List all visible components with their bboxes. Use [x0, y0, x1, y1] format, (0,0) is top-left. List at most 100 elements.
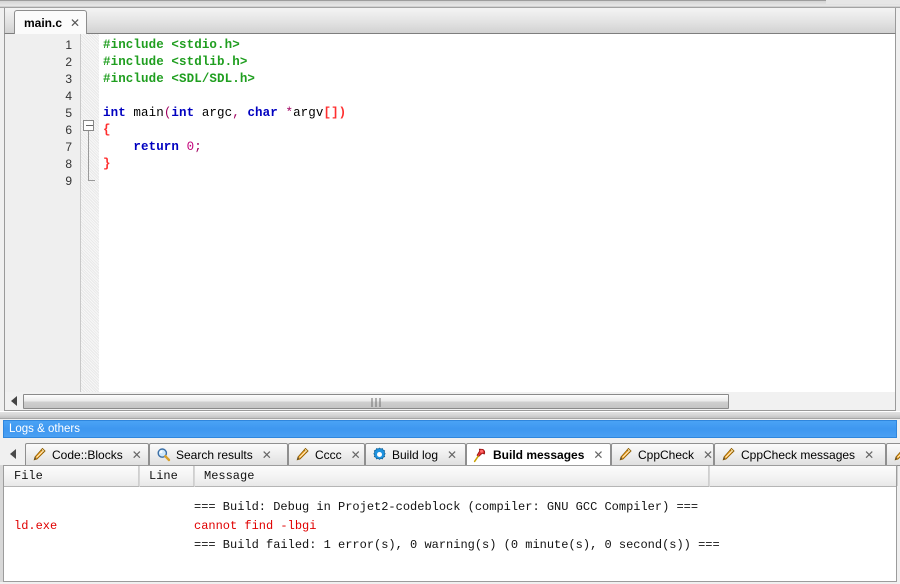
pencil-icon: [32, 447, 47, 462]
panel-tab-label: CppCheck messages: [741, 447, 856, 462]
close-icon[interactable]: ✕: [703, 449, 713, 461]
panel-tab-bar: Code::Blocks ✕ Search results ✕ Cccc ✕ Build l…: [3, 441, 900, 467]
close-icon[interactable]: ✕: [351, 449, 361, 461]
grid-column-header-file[interactable]: File: [4, 466, 139, 486]
table-cell-message: cannot find -lbgi: [194, 518, 317, 533]
table-row[interactable]: === Build: Debug in Projet2-codeblock (c…: [4, 497, 896, 516]
build-messages-grid[interactable]: File Line Message === Build: Debug in Proj…: [3, 465, 898, 582]
code-token: {: [103, 123, 111, 137]
code-line: int main(int argc, char *argv[]): [103, 106, 346, 120]
panel-tab-label: CppCheck: [638, 447, 695, 462]
panel-tab-build-messages[interactable]: Build messages ✕: [466, 443, 611, 467]
logs-and-others-panel: Logs & others Code::Blocks ✕ Search result…: [0, 418, 900, 584]
grid-column-header-line[interactable]: Line: [139, 466, 194, 486]
panel-tab-label: Code::Blocks: [52, 447, 123, 462]
panel-title-bar: Logs & others: [3, 420, 897, 438]
table-row[interactable]: === Build failed: 1 error(s), 0 warning(…: [4, 535, 896, 554]
pushpin-icon: [473, 448, 488, 463]
grid-body: === Build: Debug in Projet2-codeblock (c…: [4, 487, 896, 581]
codeblocks-window: main.c ✕ 123456789 #include <stdio.h> #in…: [0, 0, 900, 584]
fold-collapse-icon[interactable]: [83, 120, 94, 131]
scrollbar-grip-icon: [371, 398, 381, 407]
magnifier-icon: [156, 447, 171, 462]
code-line: #include <stdio.h>: [103, 38, 240, 52]
pencil-icon: [295, 447, 310, 462]
line-number: 4: [65, 89, 72, 103]
grid-column-header-blank[interactable]: [709, 466, 898, 486]
gear-icon: [372, 447, 387, 462]
editor-horizontal-scrollbar[interactable]: [4, 392, 896, 411]
panel-tab-cppcheck[interactable]: CppCheck ✕: [611, 443, 714, 466]
table-cell-file: ld.exe: [14, 518, 58, 533]
pencil-icon: [893, 447, 900, 462]
code-token: argc: [201, 106, 233, 120]
code-token: ;: [194, 140, 202, 154]
editor-tab-label: main.c: [24, 15, 63, 30]
panel-tab-search-results[interactable]: Search results ✕: [149, 443, 288, 466]
window-chrome-strip: [0, 0, 900, 8]
panel-tab-label: Build log: [392, 447, 439, 462]
code-editor[interactable]: 123456789 #include <stdio.h> #include <st…: [4, 34, 896, 392]
line-number: 8: [65, 157, 72, 171]
close-icon[interactable]: ✕: [593, 449, 603, 461]
code-line: #include <SDL/SDL.h>: [103, 72, 255, 86]
code-token: ,: [232, 106, 248, 120]
close-icon[interactable]: ✕: [864, 449, 874, 461]
code-token: char: [247, 106, 286, 120]
panel-tab-label: Build messages: [493, 448, 585, 462]
grid-column-header-label: Message: [204, 469, 255, 483]
scrollbar-thumb[interactable]: [23, 394, 729, 409]
code-token: }: [103, 157, 111, 171]
editor-tab-main-c[interactable]: main.c ✕: [14, 10, 88, 34]
pencil-icon: [721, 447, 736, 462]
line-number: 3: [65, 72, 72, 86]
line-number: 5: [65, 106, 72, 120]
code-token: #include <stdio.h>: [103, 38, 240, 52]
close-icon[interactable]: ✕: [447, 449, 457, 461]
close-icon[interactable]: ✕: [262, 449, 272, 461]
panel-tab-label: Search results: [176, 447, 253, 462]
code-token: main: [133, 106, 164, 120]
code-line: #include <stdlib.h>: [103, 55, 247, 69]
panel-title-label: Logs & others: [9, 423, 80, 435]
grid-column-header-message[interactable]: Message: [194, 466, 709, 486]
panel-splitter[interactable]: [0, 411, 900, 418]
code-token: *: [285, 106, 294, 120]
panel-tab-code-blocks[interactable]: Code::Blocks ✕: [25, 443, 149, 466]
close-icon[interactable]: ✕: [70, 17, 80, 29]
scroll-left-arrow-icon[interactable]: [11, 396, 17, 406]
grid-column-header-label: File: [14, 469, 43, 483]
panel-tab-label: Cccc: [315, 447, 342, 462]
line-number: 7: [65, 140, 72, 154]
line-number: 9: [65, 174, 72, 188]
grid-column-divider[interactable]: [194, 466, 195, 487]
table-row[interactable]: ld.exe cannot find -lbgi: [4, 516, 896, 535]
table-cell-message: === Build: Debug in Projet2-codeblock (c…: [194, 499, 699, 514]
close-icon[interactable]: ✕: [132, 449, 142, 461]
table-cell-message: === Build failed: 1 error(s), 0 warning(…: [194, 537, 720, 552]
code-folding-margin[interactable]: [81, 34, 99, 392]
grid-column-divider[interactable]: [709, 466, 710, 487]
panel-tab-cccc[interactable]: Cccc ✕: [288, 443, 365, 466]
line-number: 2: [65, 55, 72, 69]
code-token: int: [103, 106, 134, 120]
editor-tab-bar: main.c ✕: [4, 8, 896, 34]
code-token: argv: [293, 106, 324, 120]
code-token: #include <stdlib.h>: [103, 55, 248, 69]
panel-tab-build-log[interactable]: Build log ✕: [365, 443, 466, 466]
panel-tab-cppcheck-messages[interactable]: CppCheck messages ✕: [714, 443, 886, 466]
pencil-icon: [618, 447, 633, 462]
code-line: }: [103, 157, 111, 171]
fold-guide-foot: [88, 180, 95, 181]
code-line: return 0;: [103, 140, 202, 154]
tab-scroll-left-arrow-icon[interactable]: [5, 444, 21, 464]
code-line: {: [103, 123, 111, 137]
code-text-area[interactable]: #include <stdio.h> #include <stdlib.h> #in…: [99, 34, 895, 392]
line-number: 6: [65, 123, 72, 137]
panel-tab-more[interactable]: [886, 443, 900, 466]
code-token: return: [133, 140, 187, 154]
grid-column-divider[interactable]: [139, 466, 140, 487]
line-number-gutter: 1 2 3 4 5 6 7 8 9: [5, 34, 81, 392]
code-token: int: [171, 106, 202, 120]
